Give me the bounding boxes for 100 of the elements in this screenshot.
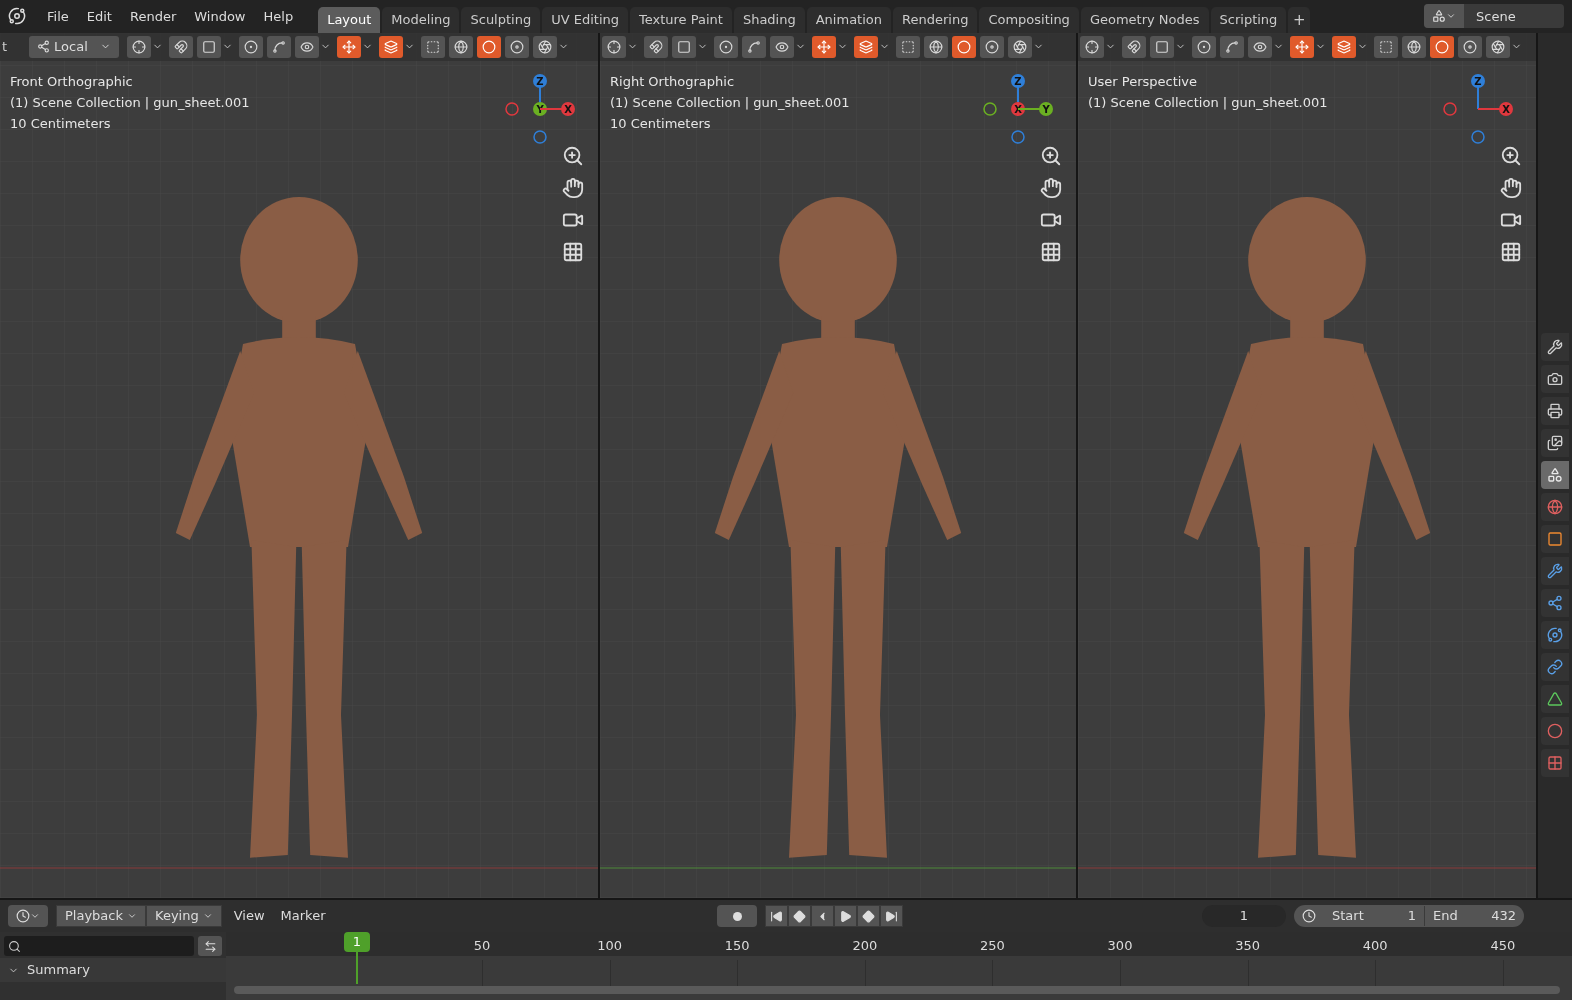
current-frame-field[interactable]: 1	[1202, 905, 1286, 928]
pivot-toggle[interactable]	[602, 35, 626, 58]
overlay-toggle[interactable]	[379, 35, 404, 58]
snap-target-toggle[interactable]	[197, 35, 222, 58]
xray-toggle[interactable]	[421, 35, 446, 58]
properties-tab[interactable]	[1541, 428, 1569, 457]
menu-item[interactable]: Help	[254, 6, 303, 27]
overlay-toggle[interactable]	[854, 35, 878, 58]
playback-button[interactable]	[857, 905, 881, 928]
gizmo-toggle[interactable]	[812, 35, 836, 58]
auto-keying-toggle[interactable]	[717, 905, 758, 928]
playback-button[interactable]	[788, 905, 812, 928]
workspace-tab[interactable]: Shading	[733, 6, 805, 33]
snap-target-toggle[interactable]	[672, 35, 696, 58]
falloff-toggle[interactable]	[267, 35, 292, 58]
editor-type-dropdown[interactable]	[8, 905, 48, 928]
start-frame-field[interactable]: Start 1	[1324, 906, 1424, 926]
playback-button[interactable]	[765, 905, 789, 928]
hand-icon[interactable]	[1040, 176, 1062, 199]
grid-icon[interactable]	[1500, 240, 1522, 263]
menu-item[interactable]: Edit	[77, 6, 121, 27]
properties-tab[interactable]	[1541, 556, 1569, 585]
properties-tab[interactable]	[1541, 652, 1569, 681]
properties-tab[interactable]	[1541, 332, 1569, 361]
proportional-toggle[interactable]	[239, 35, 264, 58]
hand-icon[interactable]	[562, 176, 584, 199]
hand-icon[interactable]	[1500, 176, 1522, 199]
add-workspace-button[interactable]: +	[1288, 6, 1311, 33]
end-frame-field[interactable]: End 432	[1424, 906, 1524, 926]
zoom-icon[interactable]	[562, 144, 584, 167]
zoom-icon[interactable]	[1040, 144, 1062, 167]
properties-tab[interactable]	[1541, 460, 1569, 489]
orientation-dropdown[interactable]: Local	[29, 35, 120, 58]
workspace-tab[interactable]: Modeling	[382, 6, 460, 33]
properties-tab[interactable]	[1541, 396, 1569, 425]
snap-toggle[interactable]	[169, 35, 194, 58]
grid-icon[interactable]	[1040, 240, 1062, 263]
zoom-icon[interactable]	[1500, 144, 1522, 167]
solid-toggle[interactable]	[952, 35, 976, 58]
wireframe-toggle[interactable]	[1402, 35, 1426, 58]
menu-item[interactable]: Marker	[276, 906, 330, 926]
timer-icon[interactable]	[1302, 909, 1316, 924]
menu-dropdown[interactable]: Keying	[146, 905, 222, 928]
falloff-toggle[interactable]	[742, 35, 766, 58]
menu-item[interactable]: File	[38, 6, 78, 27]
workspace-tab[interactable]: Sculpting	[461, 6, 541, 33]
rendered-toggle[interactable]	[1008, 35, 1032, 58]
xray-toggle[interactable]	[896, 35, 920, 58]
properties-tab[interactable]	[1541, 588, 1569, 617]
wireframe-toggle[interactable]	[449, 35, 474, 58]
visibility-toggle[interactable]	[770, 35, 794, 58]
axis-gizmo-drawing[interactable]: Z X	[1442, 66, 1522, 147]
workspace-tab[interactable]: Layout	[318, 6, 381, 33]
3d-viewport[interactable]: User Perspective (1) Scene Collection | gun_sheet.001 Z X	[1078, 32, 1536, 899]
gizmo-toggle[interactable]	[337, 35, 362, 58]
properties-tab[interactable]	[1541, 620, 1569, 649]
workspace-tab[interactable]: Compositing	[979, 6, 1079, 33]
scene-selector-button[interactable]	[1424, 4, 1464, 29]
playback-button[interactable]	[811, 905, 835, 928]
workspace-tab[interactable]: UV Editing	[542, 6, 628, 33]
pivot-toggle[interactable]	[1080, 35, 1104, 58]
falloff-toggle[interactable]	[1220, 35, 1244, 58]
wireframe-toggle[interactable]	[924, 35, 948, 58]
playback-button[interactable]	[880, 905, 904, 928]
pivot-toggle[interactable]	[127, 35, 152, 58]
logo-icon[interactable]	[8, 7, 26, 26]
visibility-toggle[interactable]	[295, 35, 320, 58]
visibility-toggle[interactable]	[1248, 35, 1272, 58]
menu-item[interactable]: Render	[120, 6, 186, 27]
overlay-toggle[interactable]	[1332, 35, 1356, 58]
swap-button[interactable]	[198, 936, 222, 957]
gizmo-toggle[interactable]	[1290, 35, 1314, 58]
proportional-toggle[interactable]	[714, 35, 738, 58]
grid-icon[interactable]	[562, 240, 584, 263]
workspace-tab[interactable]: Geometry Nodes	[1080, 6, 1209, 33]
scrollbar[interactable]	[234, 986, 1560, 994]
workspace-tab[interactable]: Animation	[806, 6, 891, 33]
menu-item[interactable]: View	[229, 906, 269, 926]
workspace-tab[interactable]: Texture Paint	[630, 6, 732, 33]
properties-tab[interactable]	[1541, 684, 1569, 713]
xray-toggle[interactable]	[1374, 35, 1398, 58]
axis-handle[interactable]: Z	[1471, 73, 1485, 144]
playback-button[interactable]	[834, 905, 858, 928]
solid-toggle[interactable]	[1430, 35, 1454, 58]
material-toggle[interactable]	[1458, 35, 1482, 58]
snap-target-toggle[interactable]	[1150, 35, 1174, 58]
menu-item[interactable]: Window	[185, 6, 255, 27]
snap-toggle[interactable]	[644, 35, 668, 58]
search-field[interactable]	[4, 936, 194, 957]
properties-tab[interactable]	[1541, 364, 1569, 393]
rendered-toggle[interactable]	[533, 35, 558, 58]
workspace-tab[interactable]: Scripting	[1210, 6, 1287, 33]
workspace-tab[interactable]: Rendering	[893, 6, 978, 33]
menu-dropdown[interactable]: Playback	[56, 905, 146, 928]
material-toggle[interactable]	[505, 35, 530, 58]
snap-toggle[interactable]	[1122, 35, 1146, 58]
material-toggle[interactable]	[980, 35, 1004, 58]
axis-handle[interactable]: X	[1443, 101, 1513, 116]
solid-toggle[interactable]	[477, 35, 502, 58]
proportional-toggle[interactable]	[1192, 35, 1216, 58]
